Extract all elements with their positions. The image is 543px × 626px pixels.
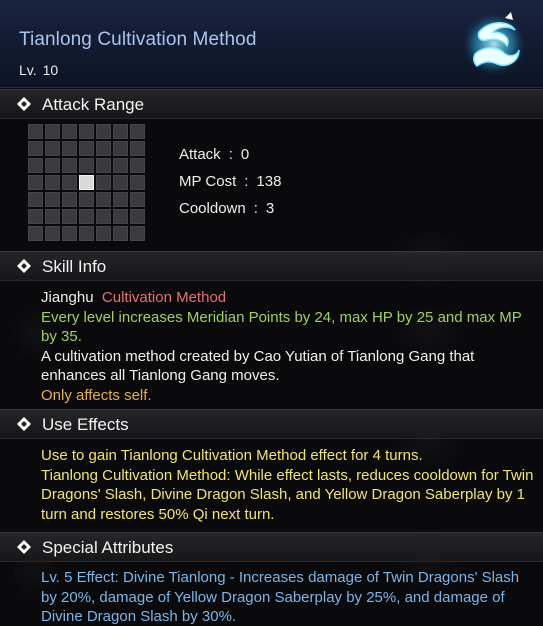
section-title: Skill Info	[42, 257, 107, 276]
range-cell	[45, 124, 60, 139]
range-cell	[130, 226, 145, 241]
range-cell	[130, 192, 145, 207]
range-cell	[45, 209, 60, 224]
range-cell	[113, 158, 128, 173]
range-cell	[130, 141, 145, 156]
section-title: Attack Range	[42, 95, 145, 114]
section-header-special-attributes: Special Attributes	[0, 532, 543, 562]
special-attribute-line: Lv. 5 Effect: Divine Tianlong - Increase…	[41, 569, 520, 625]
stat-separator: :	[253, 200, 258, 217]
range-cell	[130, 175, 145, 190]
section-title: Use Effects	[42, 415, 129, 434]
range-cell	[96, 124, 111, 139]
skill-target: Only affects self.	[41, 386, 152, 404]
use-effect-line: Use to gain Tianlong Cultivation Method …	[41, 447, 423, 464]
range-cell	[79, 226, 94, 241]
skill-level-value: 10	[42, 62, 59, 78]
range-cell	[28, 192, 43, 207]
range-cell	[113, 209, 128, 224]
range-cell	[28, 226, 43, 241]
stat-value: 0	[240, 146, 250, 163]
section-header-skill-info: Skill Info	[0, 251, 543, 281]
stat-separator: :	[244, 173, 249, 190]
range-cell	[28, 158, 43, 173]
range-cell-self	[79, 175, 94, 190]
range-cell	[62, 158, 77, 173]
section-header-attack-range: Attack Range	[0, 89, 543, 119]
diamond-bullet-icon	[17, 417, 31, 431]
range-cell	[113, 175, 128, 190]
stat-value: 138	[256, 173, 282, 190]
stat-label: Cooldown	[179, 200, 246, 217]
diamond-bullet-icon	[17, 540, 31, 554]
range-cell	[62, 175, 77, 190]
stat-mp-cost: MP Cost:138	[179, 173, 281, 190]
range-cell	[62, 226, 77, 241]
range-cell	[28, 124, 43, 139]
skill-level: Lv. 10	[19, 62, 58, 78]
range-cell	[45, 141, 60, 156]
range-cell	[96, 158, 111, 173]
section-header-use-effects: Use Effects	[0, 409, 543, 439]
range-cell	[96, 226, 111, 241]
stat-cooldown: Cooldown:3	[179, 200, 274, 217]
tooltip-header: Tianlong Cultivation Method Lv. 10	[0, 0, 543, 88]
range-cell	[79, 158, 94, 173]
range-cell	[45, 226, 60, 241]
skill-info-text: Jianghu Cultivation Method Every level i…	[41, 288, 536, 405]
range-cell	[28, 175, 43, 190]
range-cell	[62, 124, 77, 139]
range-cell	[113, 226, 128, 241]
range-cell	[45, 192, 60, 207]
range-cell	[79, 124, 94, 139]
stat-label: MP Cost	[179, 173, 237, 190]
range-cell	[96, 175, 111, 190]
range-cell	[96, 192, 111, 207]
use-effects-text: Use to gain Tianlong Cultivation Method …	[41, 446, 536, 524]
skill-tooltip: Tianlong Cultivation Method Lv. 10 Attack…	[0, 0, 543, 626]
range-cell	[96, 141, 111, 156]
use-effect-line: Tianlong Cultivation Method: While effec…	[41, 466, 534, 523]
skill-category: Jianghu	[41, 289, 94, 306]
skill-type: Cultivation Method	[101, 289, 227, 306]
range-cell	[113, 192, 128, 207]
range-cell	[130, 209, 145, 224]
range-cell	[130, 158, 145, 173]
range-cell	[28, 209, 43, 224]
range-cell	[62, 209, 77, 224]
stat-separator: :	[228, 146, 233, 163]
skill-level-label: Lv.	[19, 62, 37, 78]
range-cell	[62, 141, 77, 156]
stat-label: Attack	[179, 146, 221, 163]
diamond-bullet-icon	[17, 259, 31, 273]
range-cell	[62, 192, 77, 207]
diamond-bullet-icon	[17, 97, 31, 111]
range-cell	[28, 141, 43, 156]
range-cell	[45, 158, 60, 173]
skill-category-line: Jianghu Cultivation Method	[41, 288, 536, 308]
range-cell	[130, 124, 145, 139]
range-cell	[113, 141, 128, 156]
skill-level-bonus: Every level increases Meridian Points by…	[41, 308, 522, 346]
stat-value: 3	[265, 200, 275, 217]
attack-range-grid	[28, 124, 147, 243]
skill-description: A cultivation method created by Cao Yuti…	[41, 347, 475, 385]
range-cell	[79, 192, 94, 207]
section-title: Special Attributes	[42, 538, 174, 557]
range-cell	[79, 209, 94, 224]
special-attributes-text: Lv. 5 Effect: Divine Tianlong - Increase…	[41, 568, 536, 626]
range-cell	[96, 209, 111, 224]
range-cell	[79, 141, 94, 156]
dragon-emblem-icon	[461, 11, 527, 77]
skill-title: Tianlong Cultivation Method	[19, 29, 257, 50]
range-cell	[113, 124, 128, 139]
range-cell	[45, 175, 60, 190]
stat-attack: Attack:0	[179, 146, 249, 163]
